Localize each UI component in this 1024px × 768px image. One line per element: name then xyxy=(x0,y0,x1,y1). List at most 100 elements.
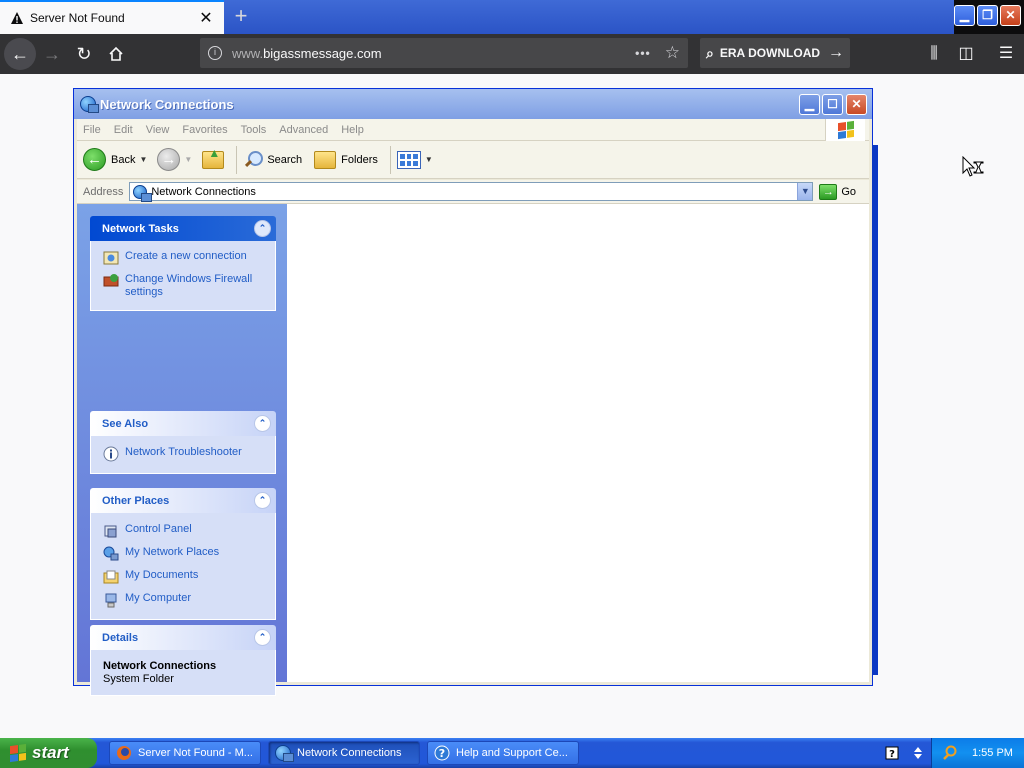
url-text[interactable]: www.bigassmessage.com xyxy=(232,46,635,61)
search-icon: ⌕ xyxy=(706,44,714,61)
scroll-arrows-icon[interactable] xyxy=(913,746,923,760)
details-name: Network Connections xyxy=(103,660,217,672)
taskbar-item-help-support[interactable]: ? Help and Support Ce... xyxy=(427,741,579,765)
window-title-bar xyxy=(224,0,954,34)
menu-tools[interactable]: Tools xyxy=(241,124,267,136)
toolbar-separator xyxy=(389,145,391,174)
menu-icon[interactable]: ☰ xyxy=(990,38,1022,70)
search-go-icon[interactable]: → xyxy=(828,44,844,62)
collapse-icon[interactable]: ⌃ xyxy=(254,492,271,509)
taskbar: start Server Not Found - M... Network Co… xyxy=(0,738,1024,768)
place-my-network-places[interactable]: My Network Places xyxy=(103,546,265,562)
address-bar: Address Network Connections ▼ → Go xyxy=(77,180,869,204)
menu-help[interactable]: Help xyxy=(341,124,364,136)
back-dropdown-icon[interactable]: ▼ xyxy=(139,155,147,164)
toolbar-back-button[interactable]: ← Back ▼ xyxy=(83,148,151,171)
menu-edit[interactable]: Edit xyxy=(114,124,133,136)
search-text[interactable]: ERA DOWNLOAD xyxy=(720,46,828,60)
views-icon xyxy=(396,150,421,169)
home-button[interactable] xyxy=(100,38,132,70)
page-actions-icon[interactable]: ••• xyxy=(635,46,651,60)
menu-view[interactable]: View xyxy=(146,124,170,136)
toolbar-search-button[interactable]: Search xyxy=(243,150,302,170)
folders-icon xyxy=(314,150,337,169)
info-icon[interactable]: i xyxy=(208,46,222,60)
other-places-panel: Other Places ⌃ Control Panel My Network … xyxy=(90,488,276,620)
collapse-icon[interactable]: ⌃ xyxy=(254,629,271,646)
toolbar-views-button[interactable]: ▼ xyxy=(396,150,437,169)
search-tray-icon[interactable] xyxy=(942,745,958,761)
go-label: Go xyxy=(841,185,857,198)
my-documents-icon xyxy=(103,570,119,584)
toolbar-separator xyxy=(236,145,238,174)
new-tab-button[interactable]: + xyxy=(228,4,254,30)
svg-text:?: ? xyxy=(889,749,895,760)
network-connections-icon xyxy=(275,745,294,762)
toolbar-forward-button[interactable]: → ▼ xyxy=(157,148,196,171)
bookmark-star-icon[interactable]: ☆ xyxy=(665,43,680,63)
collapse-icon[interactable]: ⌃ xyxy=(254,415,271,432)
task-network-troubleshooter[interactable]: Network Troubleshooter xyxy=(103,446,265,462)
search-bar[interactable]: ⌕ ERA DOWNLOAD → xyxy=(700,38,850,68)
url-bar[interactable]: i www.bigassmessage.com ••• ☆ xyxy=(200,38,688,68)
forward-button[interactable]: → xyxy=(36,38,68,70)
forward-arrow-icon: → xyxy=(157,148,181,171)
address-dropdown-icon[interactable]: ▼ xyxy=(797,183,813,200)
library-icon[interactable]: ⫼ xyxy=(918,38,950,70)
folder-up-icon xyxy=(202,146,225,169)
details-header[interactable]: Details ⌃ xyxy=(90,625,276,650)
svg-text:?: ? xyxy=(439,747,445,760)
toolbar-folders-button[interactable]: Folders xyxy=(314,150,378,169)
see-also-header[interactable]: See Also ⌃ xyxy=(90,411,276,436)
network-tasks-panel: Network Tasks ⌃ Create a new connection … xyxy=(90,216,276,311)
network-tasks-header[interactable]: Network Tasks ⌃ xyxy=(90,216,276,241)
place-control-panel[interactable]: Control Panel xyxy=(103,523,265,539)
sidebar-icon[interactable]: ◫ xyxy=(950,38,982,70)
collapse-icon[interactable]: ⌃ xyxy=(254,220,271,237)
clock: 1:55 PM xyxy=(972,747,1013,759)
place-my-documents[interactable]: My Documents xyxy=(103,569,265,585)
file-list-area[interactable] xyxy=(287,204,869,682)
forward-dropdown-icon[interactable]: ▼ xyxy=(184,155,192,164)
go-button[interactable]: → Go xyxy=(819,183,857,200)
toolbar-up-button[interactable] xyxy=(202,146,225,169)
start-button[interactable]: start xyxy=(0,738,97,768)
close-tab-icon[interactable]: ✕ xyxy=(198,8,214,28)
other-places-header[interactable]: Other Places ⌃ xyxy=(90,488,276,513)
browser-tab[interactable]: Server Not Found ✕ xyxy=(0,0,224,34)
address-value[interactable]: Network Connections xyxy=(151,186,797,198)
close-button[interactable]: ✕ xyxy=(846,94,867,115)
help-tray-icon[interactable]: ? xyxy=(885,746,899,760)
control-panel-icon xyxy=(104,525,117,538)
task-create-connection[interactable]: Create a new connection xyxy=(103,250,265,266)
task-change-firewall[interactable]: Change Windows Firewall settings xyxy=(103,273,265,299)
details-panel: Details ⌃ Network Connections System Fol… xyxy=(90,625,276,696)
browser-close-button[interactable]: ✕ xyxy=(1000,5,1021,26)
taskbar-item-network-connections[interactable]: Network Connections xyxy=(268,741,420,765)
windows-flag-icon xyxy=(837,120,854,140)
menu-advanced[interactable]: Advanced xyxy=(279,124,328,136)
taskbar-item-firefox[interactable]: Server Not Found - M... xyxy=(109,741,261,765)
my-computer-icon xyxy=(105,593,117,608)
menu-favorites[interactable]: Favorites xyxy=(182,124,227,136)
network-connections-window: Network Connections ▁ ☐ ✕ File Edit View… xyxy=(73,88,878,696)
search-label: Search xyxy=(267,153,303,166)
minimize-button[interactable]: ▁ xyxy=(799,94,820,115)
browser-minimize-button[interactable]: ▁ xyxy=(954,5,975,26)
menu-file[interactable]: File xyxy=(83,124,101,136)
back-button[interactable]: ← xyxy=(4,38,36,70)
reload-button[interactable]: ↻ xyxy=(68,38,100,70)
browser-restore-button[interactable]: ❐ xyxy=(977,5,998,26)
windows-logo xyxy=(825,119,865,141)
firewall-icon xyxy=(103,274,119,287)
window-titlebar[interactable]: Network Connections ▁ ☐ ✕ xyxy=(74,89,872,119)
standard-toolbar: ← Back ▼ → ▼ Search Folders ▼ xyxy=(77,141,869,179)
address-field[interactable]: Network Connections ▼ xyxy=(129,182,814,202)
views-dropdown-icon[interactable]: ▼ xyxy=(425,155,433,164)
back-arrow-icon: ← xyxy=(83,148,106,171)
busy-cursor-icon xyxy=(962,156,984,177)
maximize-button[interactable]: ☐ xyxy=(822,94,843,115)
place-my-computer[interactable]: My Computer xyxy=(103,592,265,608)
tray-extra-icons: ? xyxy=(878,738,930,768)
tab-title: Server Not Found xyxy=(30,11,125,25)
